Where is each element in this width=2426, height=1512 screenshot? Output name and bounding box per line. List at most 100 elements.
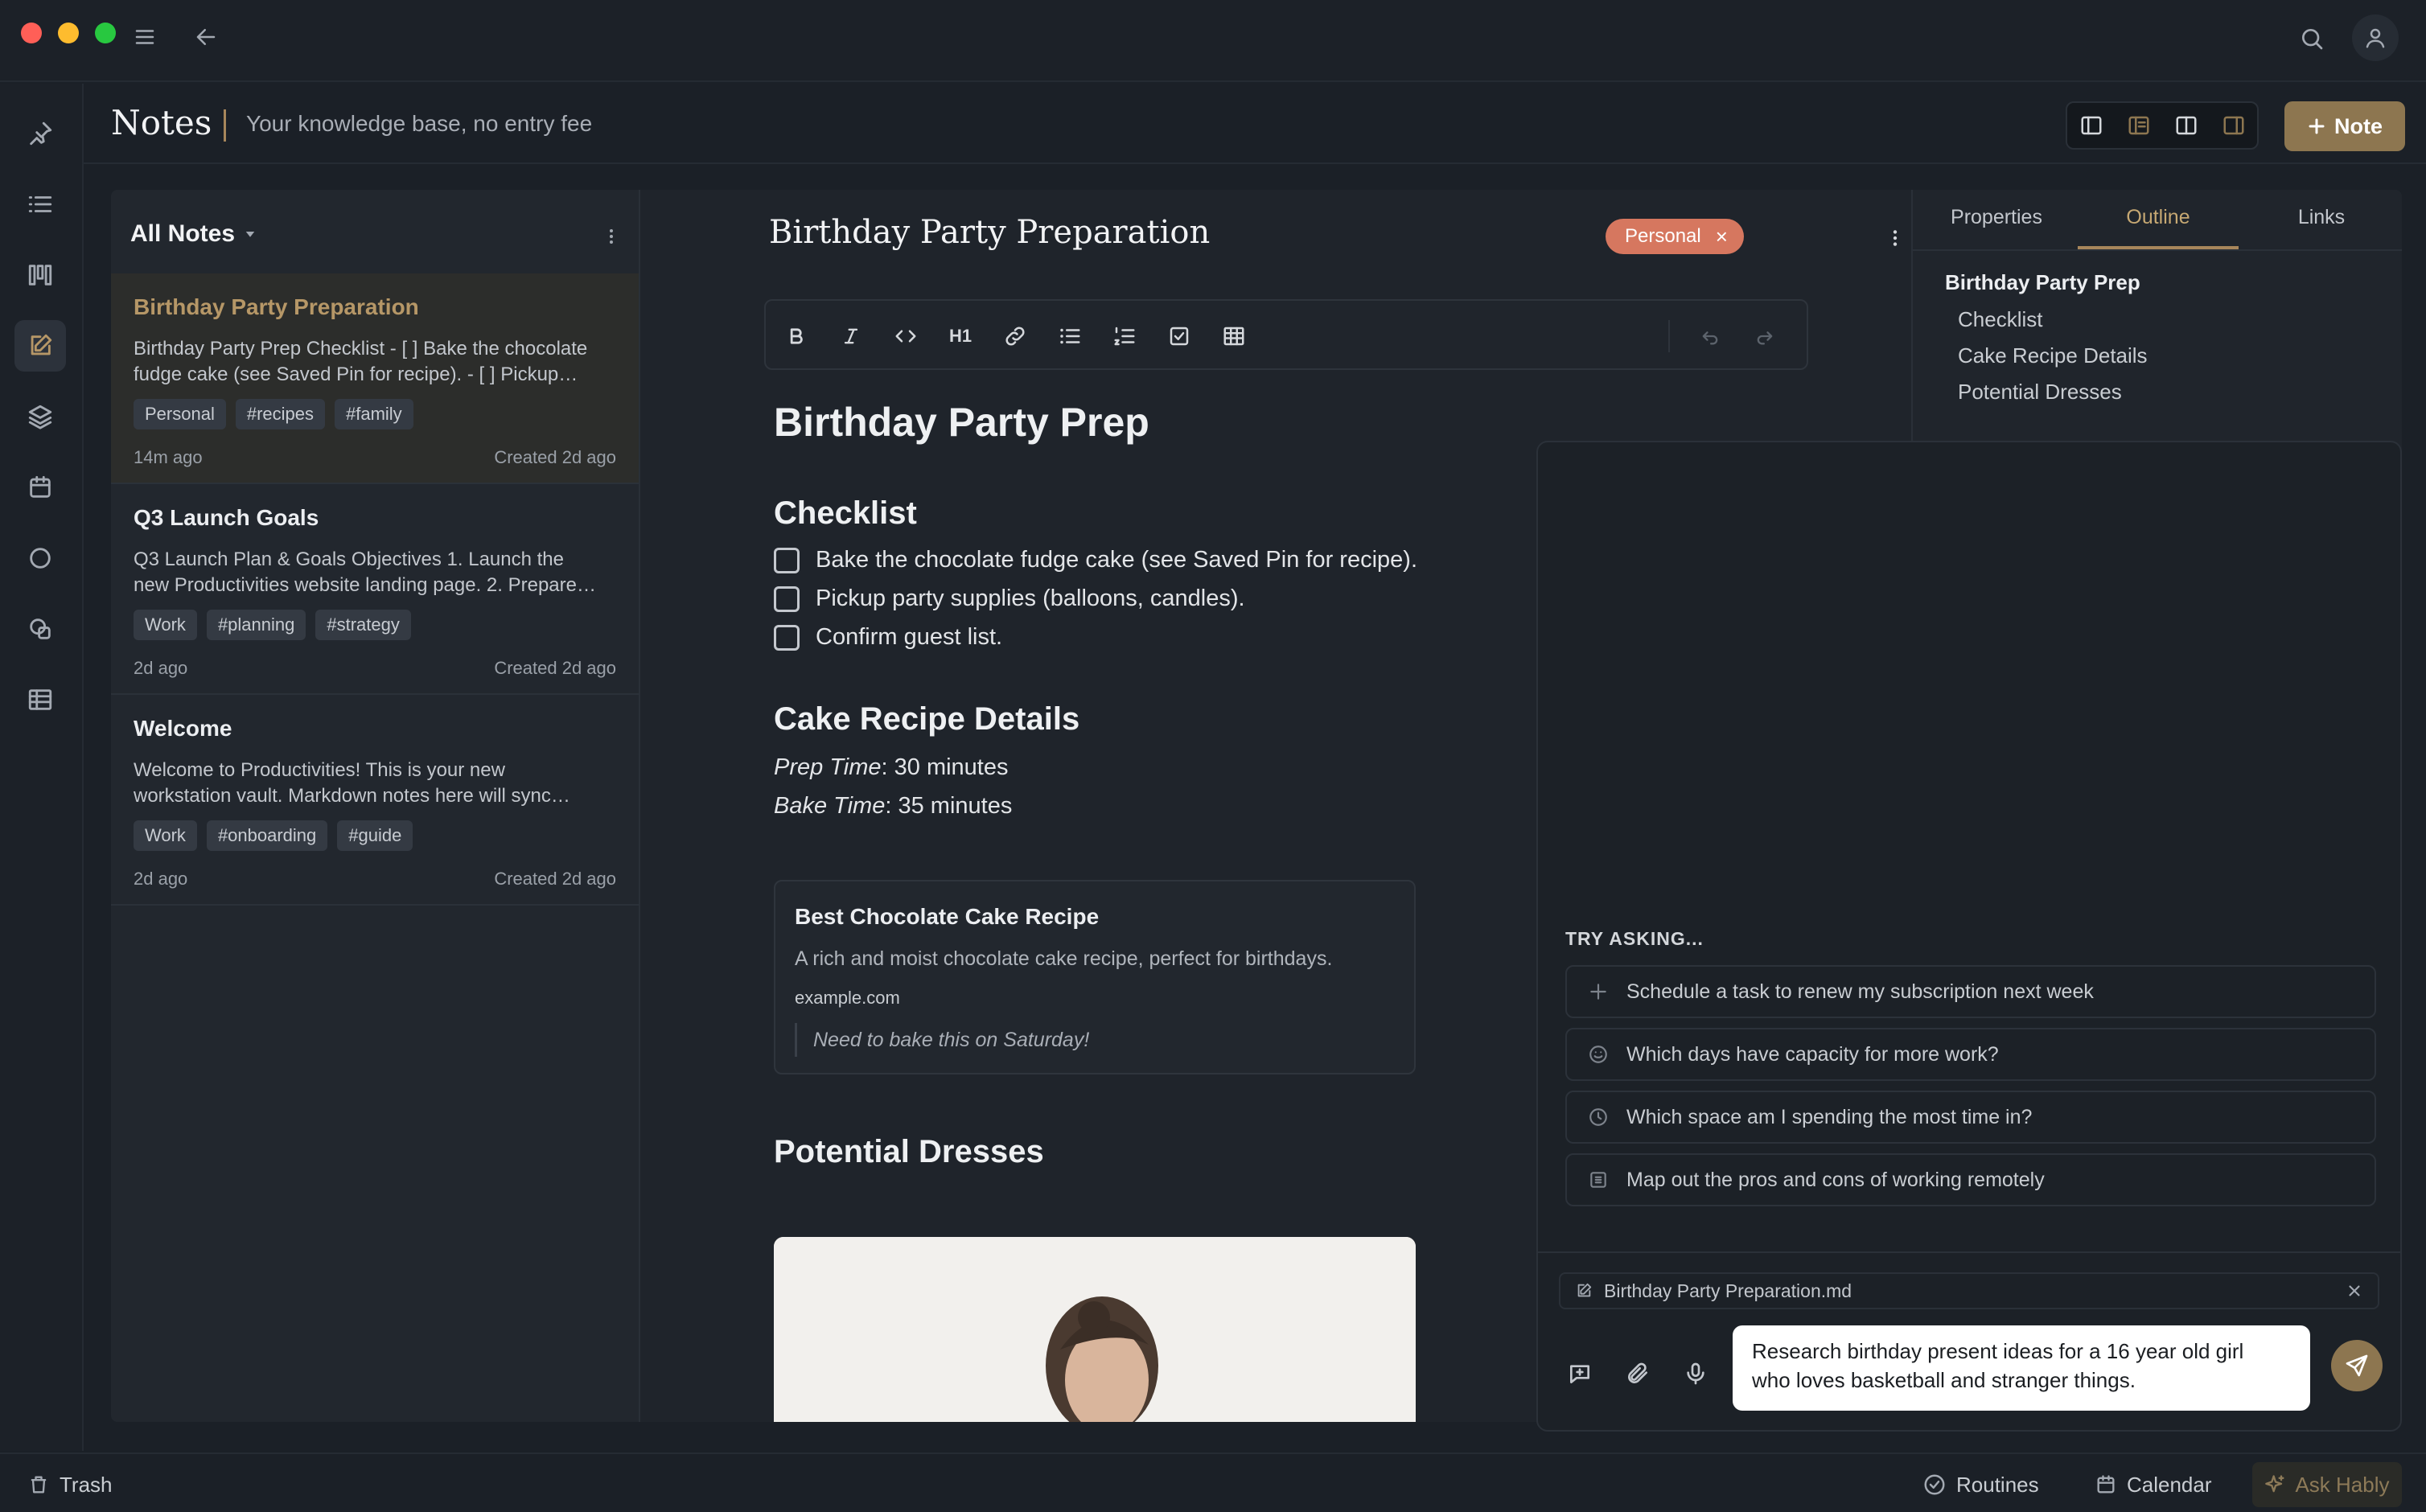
new-note-label: Note [2334,113,2383,138]
outline-item[interactable]: Cake Recipe Details [1958,343,2148,368]
notes-list-more-button[interactable] [597,222,626,251]
user-icon [2366,28,2385,48]
sidebar-left-icon [2081,116,2101,135]
calendar-button[interactable]: Calendar [2095,1469,2212,1501]
note-snippet: Welcome to Productivities! This is your … [134,758,616,809]
tag[interactable]: #strategy [315,610,411,640]
chat-input[interactable]: Research birthday present ideas for a 16… [1733,1325,2310,1411]
tab-properties[interactable]: Properties [1916,206,2077,229]
rail-pins[interactable] [14,108,66,159]
notes-list-header: All Notes [111,190,640,273]
window-minimize-button[interactable] [58,23,79,43]
send-button[interactable] [2331,1340,2383,1391]
note-snippet-line: Welcome to Productivities! This is your … [134,759,505,781]
task-checkbox[interactable] [774,585,800,612]
suggestion-text: Which days have capacity for more work? [1626,1042,1999,1066]
rail-shapes[interactable] [14,603,66,655]
note-tags: Work #onboarding #guide [134,820,413,851]
new-note-button[interactable]: Note [2284,101,2405,151]
attach-button[interactable] [1620,1356,1655,1391]
hamburger-icon [135,30,154,44]
pin-url[interactable]: example.com [795,988,900,1009]
split-view-icon [2176,116,2196,135]
note-snippet: Birthday Party Prep Checklist - [ ] Bake… [134,336,616,388]
outline-item-title[interactable]: Birthday Party Prep [1945,270,2140,295]
note-snippet-line: new Productivities website landing page.… [134,574,596,596]
note-created-time: Created 2d ago [494,869,616,889]
note-snippet-line: fudge cake (see Saved Pin for recipe). -… [134,364,578,385]
layout-split-button[interactable] [2162,103,2210,148]
tag[interactable]: #family [335,399,413,429]
remove-attachment-button[interactable] [2344,1280,2365,1301]
list-panel-icon [2128,116,2148,135]
outline-item[interactable]: Potential Dresses [1958,380,2122,405]
menu-button[interactable] [129,21,161,53]
ai-chat-panel: TRY ASKING... Schedule a task to renew m… [1536,441,2402,1432]
ask-hably-button[interactable]: Ask Hably [2252,1462,2402,1507]
tag[interactable]: Work [134,610,197,640]
suggestion-item[interactable]: Which days have capacity for more work? [1565,1028,2376,1081]
tag[interactable]: #onboarding [206,820,328,851]
back-button[interactable] [190,21,222,53]
layout-list-button[interactable] [2115,103,2162,148]
account-button[interactable] [2352,14,2399,61]
person-photo-icon [774,1237,1416,1422]
window-close-button[interactable] [21,23,42,43]
page-subtitle: Your knowledge base, no entry fee [246,111,593,136]
arrow-left-icon [196,29,216,45]
page-header: Notes Your knowledge base, no entry fee … [84,84,2426,164]
tag[interactable]: #guide [337,820,413,851]
tag[interactable]: Personal [134,399,226,429]
rail-table[interactable] [14,674,66,725]
note-snippet-line: Birthday Party Prep Checklist - [ ] Bake… [134,338,588,360]
pin-title: Best Chocolate Cake Recipe [795,904,1100,929]
tag[interactable]: #planning [206,610,306,640]
task-checkbox[interactable] [774,547,800,573]
rail-notes[interactable] [14,320,66,372]
trash-button[interactable]: Trash [27,1469,113,1501]
suggestion-item[interactable]: Which space am I spending the most time … [1565,1091,2376,1144]
tab-links[interactable]: Links [2241,206,2402,229]
checklist-item-text: Pickup party supplies (balloons, candles… [816,585,1245,611]
suggestion-item[interactable]: Schedule a task to renew my subscription… [1565,965,2376,1018]
outline-item[interactable]: Checklist [1958,307,2042,332]
note-list-item[interactable]: Welcome Welcome to Productivities! This … [111,695,639,906]
layout-left-sidebar-button[interactable] [2067,103,2115,148]
tag[interactable]: Work [134,820,197,851]
kanban-icon [28,265,52,286]
tag[interactable]: #recipes [235,399,325,429]
note-snippet-line: Q3 Launch Plan & Goals Objectives 1. Lau… [134,549,564,570]
rail-calendar[interactable] [14,462,66,513]
note-updated-time: 2d ago [134,658,188,678]
routines-button[interactable]: Routines [1922,1469,2039,1501]
rail-board[interactable] [14,249,66,301]
note-list-item[interactable]: Q3 Launch Goals Q3 Launch Plan & Goals O… [111,484,639,695]
calendar-icon [30,475,51,498]
voice-input-button[interactable] [1678,1356,1713,1391]
attached-file-name: Birthday Party Preparation.md [1604,1280,1852,1301]
suggestion-item[interactable]: Map out the pros and cons of working rem… [1565,1153,2376,1206]
layout-right-sidebar-button[interactable] [2210,103,2257,148]
rail-circle[interactable] [14,532,66,584]
note-created-time: Created 2d ago [494,658,616,678]
notes-list: All Notes Birthday Party Preparation Bir… [111,190,640,1422]
check-circle-icon [1924,1474,1945,1495]
task-checkbox[interactable] [774,624,800,651]
search-button[interactable] [2294,21,2329,56]
new-chat-button[interactable] [1562,1356,1597,1391]
search-icon [2302,29,2323,50]
title-separator [224,109,226,142]
notes-filter-label: All Notes [130,220,236,247]
table-icon [28,689,52,710]
saved-pin-card[interactable]: Best Chocolate Cake Recipe A rich and mo… [774,880,1416,1074]
note-created-time: Created 2d ago [494,447,616,467]
window-zoom-button[interactable] [95,23,116,43]
note-title: Birthday Party Preparation [134,294,419,319]
heading-recipe: Cake Recipe Details [774,701,1080,737]
notes-filter-dropdown[interactable]: All Notes [130,220,257,248]
microphone-icon [1687,1362,1704,1385]
note-list-item[interactable]: Birthday Party Preparation Birthday Part… [111,273,639,484]
rail-spaces[interactable] [14,391,66,442]
tab-outline[interactable]: Outline [2078,206,2239,229]
rail-list[interactable] [14,179,66,230]
